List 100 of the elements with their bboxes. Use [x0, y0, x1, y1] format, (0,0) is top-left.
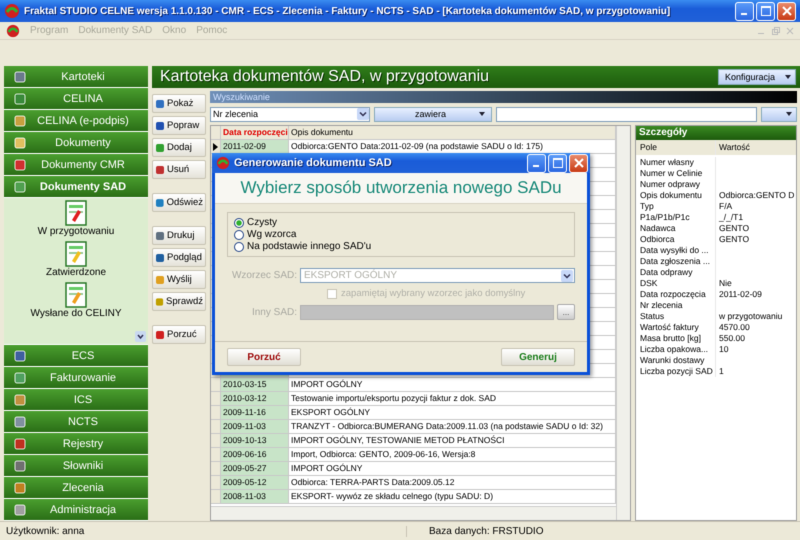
module-icon	[14, 372, 26, 384]
table-cell: IMPORT OGÓLNY	[289, 378, 616, 392]
scroll-down-icon[interactable]	[135, 331, 146, 342]
field-name: Masa brutto [kg]	[636, 333, 716, 344]
table-cell: 2010-03-12	[221, 392, 289, 406]
operator-dropdown[interactable]: zawiera	[374, 106, 492, 122]
table-cell: IMPORT OGÓLNY, TESTOWANIE METOD PŁATNOŚCI	[289, 434, 616, 448]
action-icon	[155, 296, 164, 306]
module-icon	[14, 136, 26, 148]
status-database: Baza danych: FRSTUDIO	[406, 526, 544, 536]
search-input[interactable]	[496, 106, 757, 122]
sidebar-group[interactable]: Zlecenia	[4, 477, 148, 498]
sidebar-group[interactable]: Kartoteki	[4, 66, 148, 87]
app-logo-icon	[6, 24, 20, 38]
column-header[interactable]: Data rozpoczęci	[221, 126, 289, 140]
module-icon	[14, 482, 26, 494]
sidebar-group[interactable]: Dokumenty	[4, 132, 148, 153]
sidebar-group[interactable]: Administracja	[4, 499, 148, 520]
table-cell: Odbiorca: TERRA-PARTS Data:2009.05.12	[289, 476, 616, 490]
field-name: Liczba pozycji SAD	[636, 366, 716, 377]
module-icon	[14, 416, 26, 428]
sidebar-group[interactable]: CELINA	[4, 88, 148, 109]
table-cell: IMPORT OGÓLNY	[289, 462, 616, 476]
field-name: Liczba opakowa...	[636, 344, 716, 355]
generate-button[interactable]: Generuj	[501, 348, 575, 366]
action-button[interactable]: Porzuć	[152, 325, 206, 344]
sidebar-group[interactable]: Rejestry	[4, 433, 148, 454]
field-value: GENTO	[718, 223, 750, 234]
sidebar-item[interactable]: Zatwierdzone	[46, 241, 106, 278]
sidebar-group[interactable]: Fakturowanie	[4, 367, 148, 388]
minimize-button[interactable]	[735, 2, 754, 20]
sidebar-group[interactable]: Dokumenty SAD	[4, 176, 148, 197]
module-icon	[14, 438, 26, 450]
field-label: Wzorzec SAD:	[230, 270, 297, 281]
sidebar-group[interactable]: Słowniki	[4, 455, 148, 476]
radio-option[interactable]: Wg wzorca	[234, 229, 568, 240]
vertical-scrollbar[interactable]	[616, 126, 630, 520]
close-icon	[574, 158, 584, 168]
table-cell: 2009-05-27	[221, 462, 289, 476]
maximize-button[interactable]	[548, 154, 567, 172]
radio-button[interactable]	[234, 230, 244, 240]
app-logo-icon	[4, 3, 20, 19]
radio-button[interactable]	[234, 242, 244, 252]
sidebar-group[interactable]: CELINA (e-podpis)	[4, 110, 148, 131]
table-cell: 2009-11-03	[221, 420, 289, 434]
field-value: w przygotowaniu	[718, 311, 784, 322]
action-button[interactable]: Podgląd	[152, 248, 206, 267]
maximize-button[interactable]	[756, 2, 775, 20]
caret-icon	[785, 75, 791, 79]
action-button[interactable]: Wyślij	[152, 270, 206, 289]
action-button[interactable]: Pokaż	[152, 94, 206, 113]
sidebar-group[interactable]: NCTS	[4, 411, 148, 432]
module-icon	[14, 70, 26, 82]
sidebar-item[interactable]: W przygotowaniu	[38, 200, 114, 237]
table-cell: 2009-06-16	[221, 448, 289, 462]
module-icon	[14, 504, 26, 516]
search-section-header: Wyszukiwanie	[210, 91, 797, 103]
action-icon	[155, 252, 165, 262]
module-icon	[14, 158, 26, 170]
radio-option[interactable]: Na podstawie innego SAD'u	[234, 241, 568, 252]
document-icon	[64, 282, 88, 308]
field-name: Odbiorca	[636, 234, 716, 245]
action-icon	[155, 142, 165, 152]
action-button[interactable]: Sprawdź	[152, 292, 206, 311]
action-button[interactable]: Odśwież	[152, 193, 206, 212]
radio-button[interactable]	[234, 218, 244, 228]
column-header[interactable]: Opis dokumentu	[289, 126, 616, 140]
close-button[interactable]	[569, 154, 588, 172]
column-header: Pole	[636, 140, 716, 155]
maximize-icon	[552, 158, 562, 168]
module-icon	[14, 350, 26, 362]
page-title: Kartoteka dokumentów SAD, w przygotowaniu	[160, 68, 490, 86]
sidebar-item[interactable]: Wysłane do CELINY	[30, 282, 122, 319]
sidebar-group[interactable]: ECS	[4, 345, 148, 366]
table-cell: 2010-03-15	[221, 378, 289, 392]
sidebar-group[interactable]: Dokumenty CMR	[4, 154, 148, 175]
horizontal-scrollbar[interactable]	[211, 506, 616, 520]
configuration-dropdown[interactable]: Konfiguracja	[718, 69, 796, 85]
search-field-dropdown[interactable]: Nr zlecenia	[210, 106, 370, 122]
field-name: Typ	[636, 201, 716, 212]
field-name: P1a/P1b/P1c	[636, 212, 716, 223]
sidebar-group[interactable]: ICS	[4, 389, 148, 410]
table-cell: 2008-11-03	[221, 490, 289, 504]
radio-option[interactable]: Czysty	[234, 217, 568, 228]
action-icon	[155, 120, 165, 130]
dialog-heading: Wybierz sposób utworzenia nowego SADu	[215, 173, 587, 204]
table-cell: 2009-05-12	[221, 476, 289, 490]
cancel-button[interactable]: Porzuć	[227, 348, 301, 366]
action-button[interactable]: Usuń	[152, 160, 206, 179]
caret-icon	[479, 112, 485, 116]
action-button[interactable]: Popraw	[152, 116, 206, 135]
action-button[interactable]: Dodaj	[152, 138, 206, 157]
field-name: DSK	[636, 278, 716, 289]
module-icon	[14, 92, 26, 104]
search-options-dropdown[interactable]	[761, 106, 797, 122]
maximize-icon	[760, 6, 770, 16]
action-button[interactable]: Drukuj	[152, 226, 206, 245]
minimize-button[interactable]	[527, 154, 546, 172]
close-button[interactable]	[777, 2, 796, 20]
action-icon	[155, 164, 165, 174]
